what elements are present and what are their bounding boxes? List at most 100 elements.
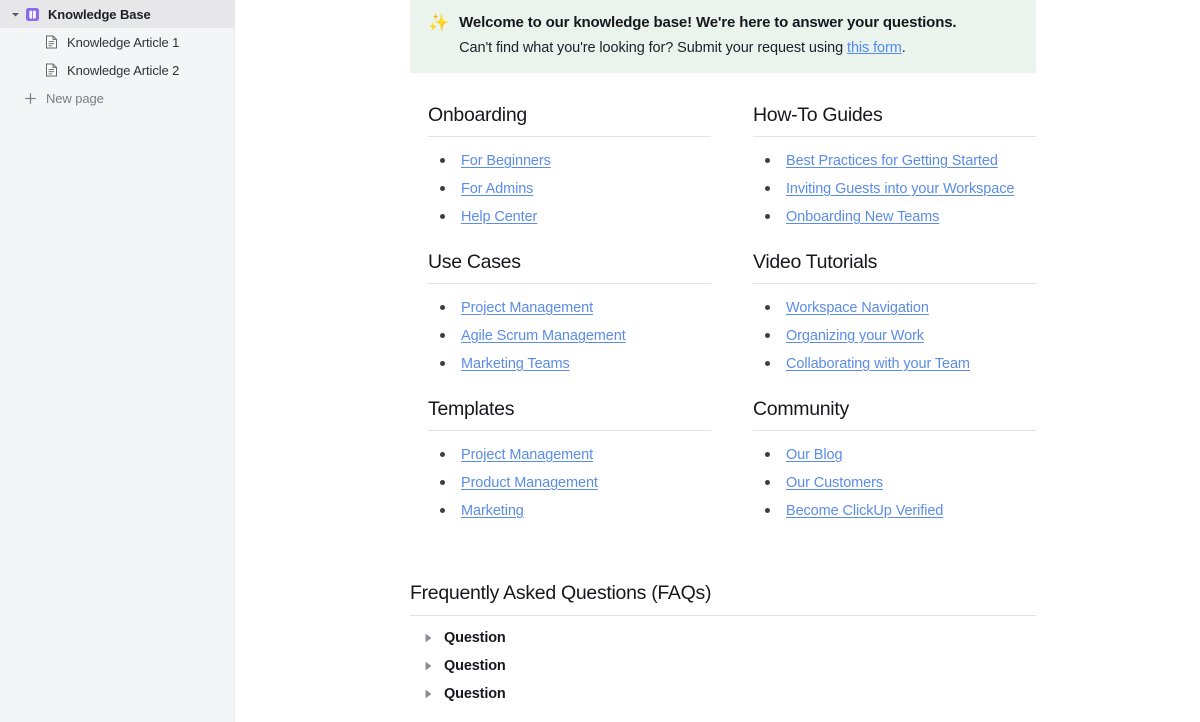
bullet-icon bbox=[440, 305, 445, 310]
bullet-icon bbox=[440, 214, 445, 219]
section-divider bbox=[428, 430, 711, 431]
bullet-icon bbox=[440, 158, 445, 163]
faq-heading: Frequently Asked Questions (FAQs) bbox=[410, 582, 712, 604]
faq-item[interactable]: Question bbox=[410, 652, 1036, 680]
sidebar-item-label: Knowledge Article 2 bbox=[67, 62, 180, 78]
sidebar-item-knowledge-article-1[interactable]: Knowledge Article 1 bbox=[0, 28, 234, 56]
section-link[interactable]: Organizing your Work bbox=[786, 328, 924, 344]
sidebar-item-knowledge-article-2[interactable]: Knowledge Article 2 bbox=[0, 56, 234, 84]
section-link[interactable]: Project Management bbox=[461, 300, 593, 316]
section-heading: Use Cases bbox=[428, 251, 521, 273]
list-item: Workspace Navigation bbox=[765, 294, 1036, 322]
section-link-list: For Beginners For Admins Help Center bbox=[428, 147, 711, 231]
sparkles-icon: ✨ bbox=[428, 13, 450, 32]
bullet-icon bbox=[765, 508, 770, 513]
section-link[interactable]: Our Blog bbox=[786, 447, 843, 463]
welcome-banner: ✨ Welcome to our knowledge base! We're h… bbox=[410, 0, 1036, 73]
section-heading: Onboarding bbox=[428, 104, 527, 126]
list-item: Agile Scrum Management bbox=[440, 322, 711, 350]
sidebar: Knowledge Base Knowledge Article 1 Knowl… bbox=[0, 0, 235, 722]
section-link[interactable]: For Admins bbox=[461, 181, 533, 197]
section-divider bbox=[753, 136, 1036, 137]
section-link[interactable]: Our Customers bbox=[786, 475, 883, 491]
section-link[interactable]: For Beginners bbox=[461, 153, 551, 169]
new-page-button[interactable]: New page bbox=[0, 84, 234, 112]
page-icon bbox=[44, 63, 59, 78]
section-link[interactable]: Onboarding New Teams bbox=[786, 209, 939, 225]
banner-subtitle-after: . bbox=[901, 40, 906, 56]
section-link[interactable]: Agile Scrum Management bbox=[461, 328, 626, 344]
bullet-icon bbox=[765, 158, 770, 163]
list-item: Marketing bbox=[440, 497, 711, 525]
list-item: Help Center bbox=[440, 203, 711, 231]
faq-item[interactable]: Question bbox=[410, 680, 1036, 708]
section-link-list: Project Management Product Management Ma… bbox=[428, 441, 711, 525]
document-body: ✨ Welcome to our knowledge base! We're h… bbox=[410, 0, 1036, 708]
section-heading: Community bbox=[753, 398, 849, 420]
section-link[interactable]: Product Management bbox=[461, 475, 598, 491]
section-community: Community Our Blog Our Customers Become … bbox=[753, 396, 1036, 525]
faq-divider bbox=[410, 615, 1036, 616]
section-link[interactable]: Marketing bbox=[461, 503, 524, 519]
main-content: ✨ Welcome to our knowledge base! We're h… bbox=[235, 0, 1200, 722]
faq-section: Frequently Asked Questions (FAQs) Questi… bbox=[410, 580, 1036, 708]
plus-icon bbox=[22, 90, 38, 106]
list-item: Marketing Teams bbox=[440, 350, 711, 378]
section-link[interactable]: Project Management bbox=[461, 447, 593, 463]
section-link-list: Our Blog Our Customers Become ClickUp Ve… bbox=[753, 441, 1036, 525]
bullet-icon bbox=[440, 508, 445, 513]
bullet-icon bbox=[765, 480, 770, 485]
section-link[interactable]: Marketing Teams bbox=[461, 356, 570, 372]
app-root: Knowledge Base Knowledge Article 1 Knowl… bbox=[0, 0, 1200, 722]
chevron-down-icon[interactable] bbox=[8, 7, 22, 21]
section-heading: Templates bbox=[428, 398, 515, 420]
section-link[interactable]: Best Practices for Getting Started bbox=[786, 153, 998, 169]
list-item: Product Management bbox=[440, 469, 711, 497]
section-link[interactable]: Inviting Guests into your Workspace bbox=[786, 181, 1014, 197]
section-link[interactable]: Collaborating with your Team bbox=[786, 356, 970, 372]
banner-title: Welcome to our knowledge base! We're her… bbox=[459, 14, 957, 31]
section-use-cases: Use Cases Project Management Agile Scrum… bbox=[428, 249, 711, 378]
section-how-to-guides: How-To Guides Best Practices for Getting… bbox=[753, 102, 1036, 231]
section-link[interactable]: Help Center bbox=[461, 209, 537, 225]
section-templates: Templates Project Management Product Man… bbox=[428, 396, 711, 525]
triangle-right-icon[interactable] bbox=[421, 659, 435, 673]
list-item: Our Customers bbox=[765, 469, 1036, 497]
this-form-link[interactable]: this form bbox=[847, 40, 902, 56]
section-heading: Video Tutorials bbox=[753, 251, 878, 273]
bullet-icon bbox=[765, 305, 770, 310]
list-item: Collaborating with your Team bbox=[765, 350, 1036, 378]
list-item: For Beginners bbox=[440, 147, 711, 175]
faq-item-label: Question bbox=[444, 686, 506, 702]
bullet-icon bbox=[765, 452, 770, 457]
section-onboarding: Onboarding For Beginners For Admins Help… bbox=[428, 102, 711, 231]
list-item: Inviting Guests into your Workspace bbox=[765, 175, 1036, 203]
section-video-tutorials: Video Tutorials Workspace Navigation Org… bbox=[753, 249, 1036, 378]
section-link[interactable]: Workspace Navigation bbox=[786, 300, 929, 316]
sidebar-item-knowledge-base[interactable]: Knowledge Base bbox=[0, 0, 234, 28]
section-heading: How-To Guides bbox=[753, 104, 883, 126]
bullet-icon bbox=[765, 333, 770, 338]
sidebar-item-label: Knowledge Article 1 bbox=[67, 34, 180, 50]
section-link-list: Workspace Navigation Organizing your Wor… bbox=[753, 294, 1036, 378]
bullet-icon bbox=[440, 361, 445, 366]
section-link[interactable]: Become ClickUp Verified bbox=[786, 503, 943, 519]
section-divider bbox=[753, 283, 1036, 284]
bullet-icon bbox=[765, 214, 770, 219]
list-item: Onboarding New Teams bbox=[765, 203, 1036, 231]
faq-item[interactable]: Question bbox=[410, 624, 1036, 652]
faq-item-label: Question bbox=[444, 630, 506, 646]
list-item: For Admins bbox=[440, 175, 711, 203]
list-item: Our Blog bbox=[765, 441, 1036, 469]
page-icon bbox=[44, 35, 59, 50]
banner-text: Welcome to our knowledge base! We're her… bbox=[459, 13, 1020, 58]
bullet-icon bbox=[440, 333, 445, 338]
bullet-icon bbox=[440, 452, 445, 457]
bullet-icon bbox=[440, 480, 445, 485]
section-divider bbox=[428, 283, 711, 284]
triangle-right-icon[interactable] bbox=[421, 631, 435, 645]
sidebar-item-label: Knowledge Base bbox=[48, 6, 151, 22]
link-sections-grid: Onboarding For Beginners For Admins Help… bbox=[410, 102, 1036, 543]
bullet-icon bbox=[440, 186, 445, 191]
triangle-right-icon[interactable] bbox=[421, 687, 435, 701]
